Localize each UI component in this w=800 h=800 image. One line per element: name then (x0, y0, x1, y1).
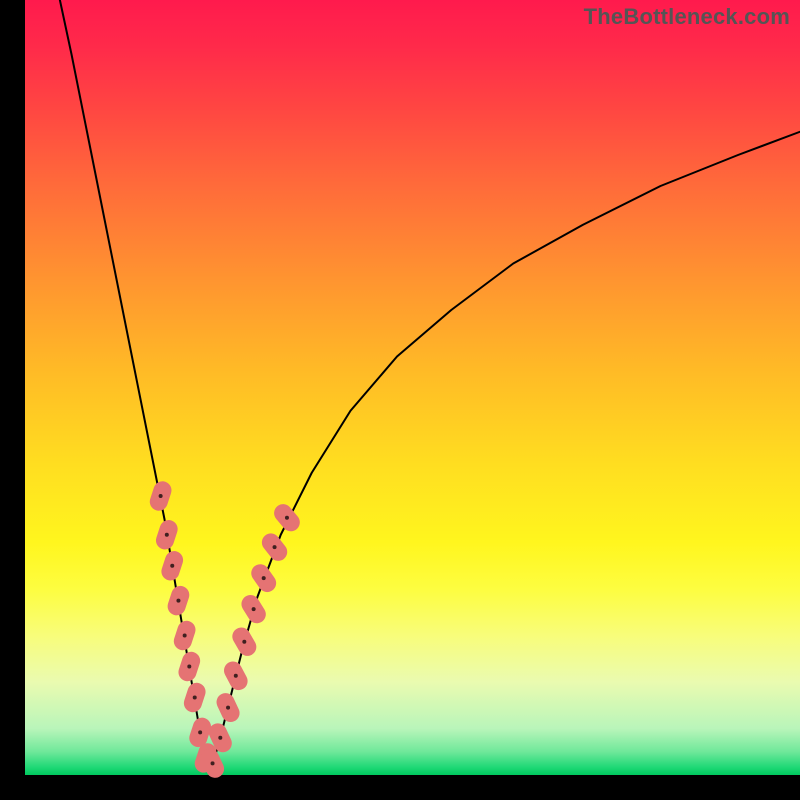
marker-joint (193, 696, 197, 700)
marker-joint (273, 545, 277, 549)
chart-frame: TheBottleneck.com (25, 0, 800, 775)
marker-joint (226, 706, 230, 710)
marker-joint (176, 599, 180, 603)
marker-joint (170, 564, 174, 568)
marker-joint (165, 533, 169, 537)
marker-joint (262, 576, 266, 580)
marker-joint (187, 665, 191, 669)
marker-joint (198, 730, 202, 734)
marker-joint (218, 736, 222, 740)
marker-joint (211, 761, 215, 765)
marker-joint (252, 607, 256, 611)
curve-right-branch (209, 132, 800, 773)
marker-joint (159, 494, 163, 498)
chart-svg (25, 0, 800, 775)
marker-joint (285, 516, 289, 520)
marker-joint (242, 640, 246, 644)
marker-joint (183, 634, 187, 638)
marker-joint (234, 674, 238, 678)
